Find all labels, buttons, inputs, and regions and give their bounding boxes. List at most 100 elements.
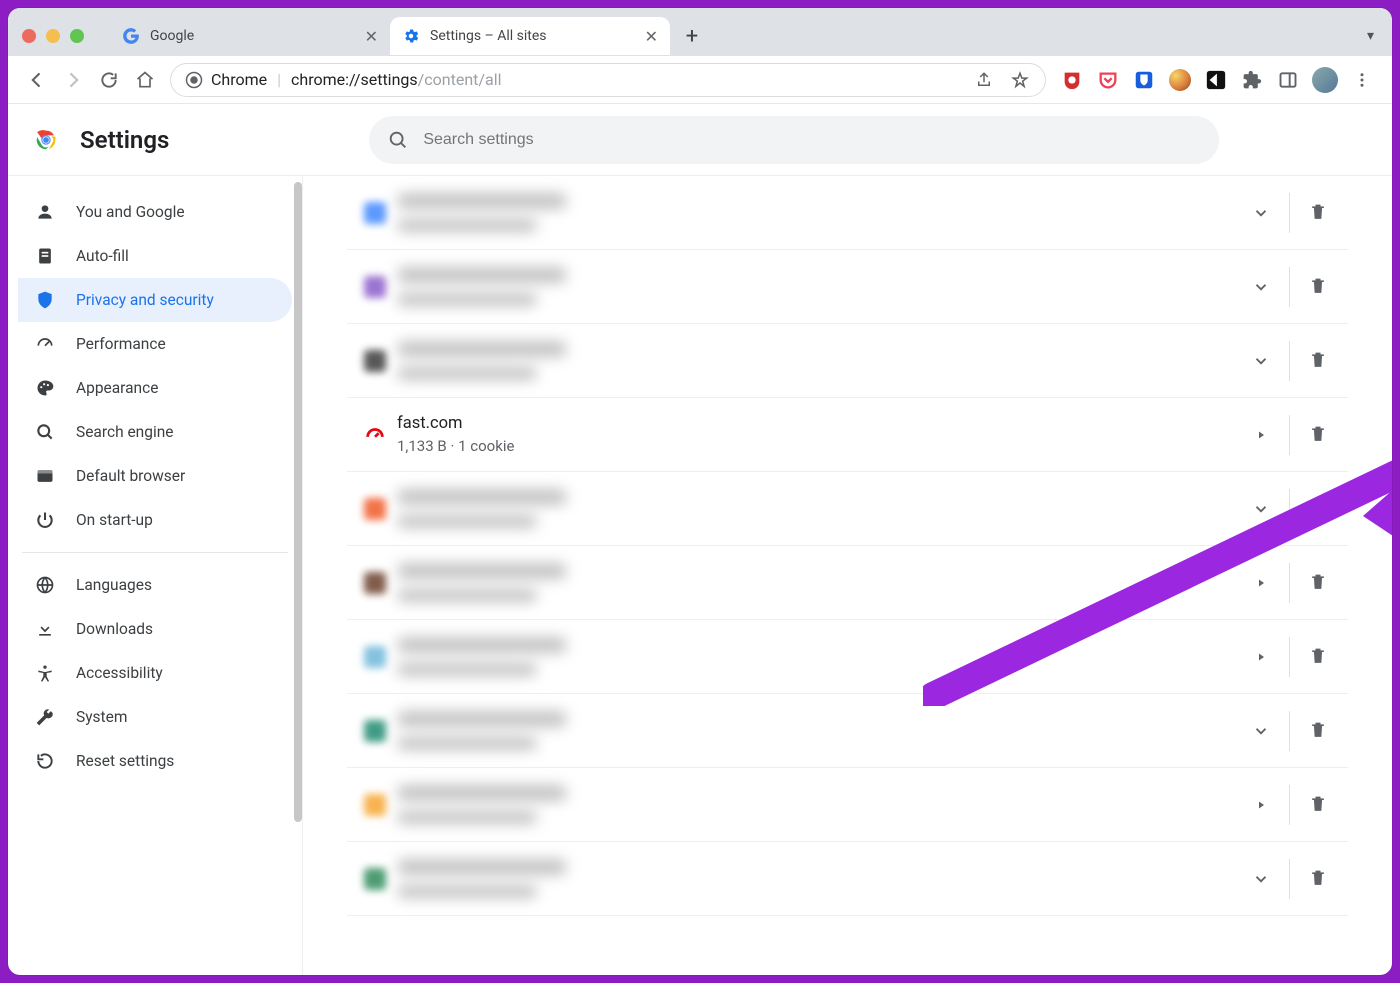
profile-avatar[interactable] — [1312, 67, 1338, 93]
settings-search-input[interactable] — [423, 131, 1201, 149]
sidebar-item-auto-fill[interactable]: Auto-fill — [18, 234, 292, 278]
a11y-icon — [34, 663, 56, 683]
close-window-button[interactable] — [22, 29, 36, 43]
back-button[interactable] — [26, 69, 48, 91]
site-row[interactable] — [347, 324, 1348, 398]
extension-icon[interactable] — [1204, 68, 1228, 92]
delete-site-button[interactable] — [1294, 337, 1342, 385]
expand-row-button[interactable] — [1237, 559, 1285, 607]
sidebar-item-privacy-and-security[interactable]: Privacy and security — [18, 278, 292, 322]
close-tab-icon[interactable]: ✕ — [365, 27, 378, 46]
minimize-window-button[interactable] — [46, 29, 60, 43]
tab-google[interactable]: Google ✕ — [110, 17, 390, 55]
sidebar-item-label: Performance — [76, 335, 166, 353]
sidebar-item-languages[interactable]: Languages — [18, 563, 292, 607]
delete-site-button[interactable] — [1294, 263, 1342, 311]
settings-search[interactable] — [369, 116, 1219, 164]
reload-button[interactable] — [98, 69, 120, 91]
home-button[interactable] — [134, 69, 156, 91]
divider — [1289, 489, 1290, 529]
person-icon — [34, 202, 56, 222]
expand-row-button[interactable] — [1237, 337, 1285, 385]
expand-row-button[interactable] — [1237, 707, 1285, 755]
download-icon — [34, 619, 56, 639]
omnibox-scheme: Chrome — [211, 70, 267, 89]
delete-site-button[interactable] — [1294, 781, 1342, 829]
expand-row-button[interactable] — [1237, 485, 1285, 533]
sidebar-item-system[interactable]: System — [18, 695, 292, 739]
extension-icon[interactable] — [1168, 68, 1192, 92]
address-bar[interactable]: Chrome | chrome://settings/content/all — [170, 63, 1046, 97]
delete-site-button[interactable] — [1294, 189, 1342, 237]
site-row[interactable] — [347, 546, 1348, 620]
share-icon[interactable] — [973, 69, 995, 91]
site-row[interactable] — [347, 250, 1348, 324]
expand-row-button[interactable] — [1237, 411, 1285, 459]
sidebar-item-search-engine[interactable]: Search engine — [18, 410, 292, 454]
sidebar-item-label: You and Google — [76, 203, 185, 221]
extension-bitwarden-icon[interactable] — [1132, 68, 1156, 92]
divider — [1289, 637, 1290, 677]
delete-site-button[interactable] — [1294, 411, 1342, 459]
expand-row-button[interactable] — [1237, 189, 1285, 237]
omnibox-url-prefix: chrome://settings — [291, 70, 418, 89]
site-info-icon[interactable]: Chrome — [185, 70, 267, 89]
bookmark-star-icon[interactable] — [1009, 69, 1031, 91]
sidebar-item-performance[interactable]: Performance — [18, 322, 292, 366]
overflow-menu-icon[interactable] — [1350, 68, 1374, 92]
sidepanel-icon[interactable] — [1276, 68, 1300, 92]
reset-icon — [34, 751, 56, 771]
site-row[interactable] — [347, 472, 1348, 546]
site-row[interactable] — [347, 768, 1348, 842]
divider — [1289, 785, 1290, 825]
sidebar-item-you-and-google[interactable]: You and Google — [18, 190, 292, 234]
delete-site-button[interactable] — [1294, 633, 1342, 681]
sidebar-item-accessibility[interactable]: Accessibility — [18, 651, 292, 695]
site-favicon-icon — [353, 424, 397, 446]
site-row[interactable] — [347, 176, 1348, 250]
sidebar-item-on-start-up[interactable]: On start-up — [18, 498, 292, 542]
forward-button[interactable] — [62, 69, 84, 91]
sidebar-item-label: Search engine — [76, 423, 174, 441]
page-title: Settings — [80, 126, 169, 154]
delete-site-button[interactable] — [1294, 559, 1342, 607]
expand-row-button[interactable] — [1237, 263, 1285, 311]
maximize-window-button[interactable] — [70, 29, 84, 43]
site-row[interactable] — [347, 842, 1348, 916]
tab-title: Settings – All sites — [430, 28, 547, 44]
site-favicon-icon — [353, 868, 397, 890]
delete-site-button[interactable] — [1294, 855, 1342, 903]
power-icon — [34, 510, 56, 530]
close-tab-icon[interactable]: ✕ — [645, 27, 658, 46]
sidebar-item-downloads[interactable]: Downloads — [18, 607, 292, 651]
site-favicon-icon — [353, 202, 397, 224]
delete-site-button[interactable] — [1294, 485, 1342, 533]
sidebar-item-default-browser[interactable]: Default browser — [18, 454, 292, 498]
tab-settings[interactable]: Settings – All sites ✕ — [390, 17, 670, 55]
palette-icon — [34, 378, 56, 398]
site-favicon-icon — [353, 794, 397, 816]
expand-row-button[interactable] — [1237, 855, 1285, 903]
extensions-puzzle-icon[interactable] — [1240, 68, 1264, 92]
settings-content: Settings You and Google Auto-fillPrivacy … — [8, 104, 1392, 975]
expand-row-button[interactable] — [1237, 633, 1285, 681]
site-row[interactable] — [347, 694, 1348, 768]
site-row[interactable]: fast.com1,133 B · 1 cookie — [347, 398, 1348, 472]
expand-row-button[interactable] — [1237, 781, 1285, 829]
new-tab-button[interactable]: + — [676, 24, 708, 49]
sidebar-separator — [22, 552, 288, 553]
sidebar-item-appearance[interactable]: Appearance — [18, 366, 292, 410]
sidebar-item-reset-settings[interactable]: Reset settings — [18, 739, 292, 783]
sidebar-item-label: Default browser — [76, 467, 185, 485]
extension-ublock-icon[interactable] — [1060, 68, 1084, 92]
globe-icon — [34, 575, 56, 595]
site-row[interactable] — [347, 620, 1348, 694]
delete-site-button[interactable] — [1294, 707, 1342, 755]
sidebar-item-label: Reset settings — [76, 752, 174, 770]
scrollbar-thumb[interactable] — [294, 182, 302, 822]
wrench-icon — [34, 707, 56, 727]
divider — [1289, 415, 1290, 455]
extension-pocket-icon[interactable] — [1096, 68, 1120, 92]
sidebar-item-label: Languages — [76, 576, 152, 594]
tabs-dropdown-icon[interactable]: ▾ — [1367, 28, 1374, 44]
